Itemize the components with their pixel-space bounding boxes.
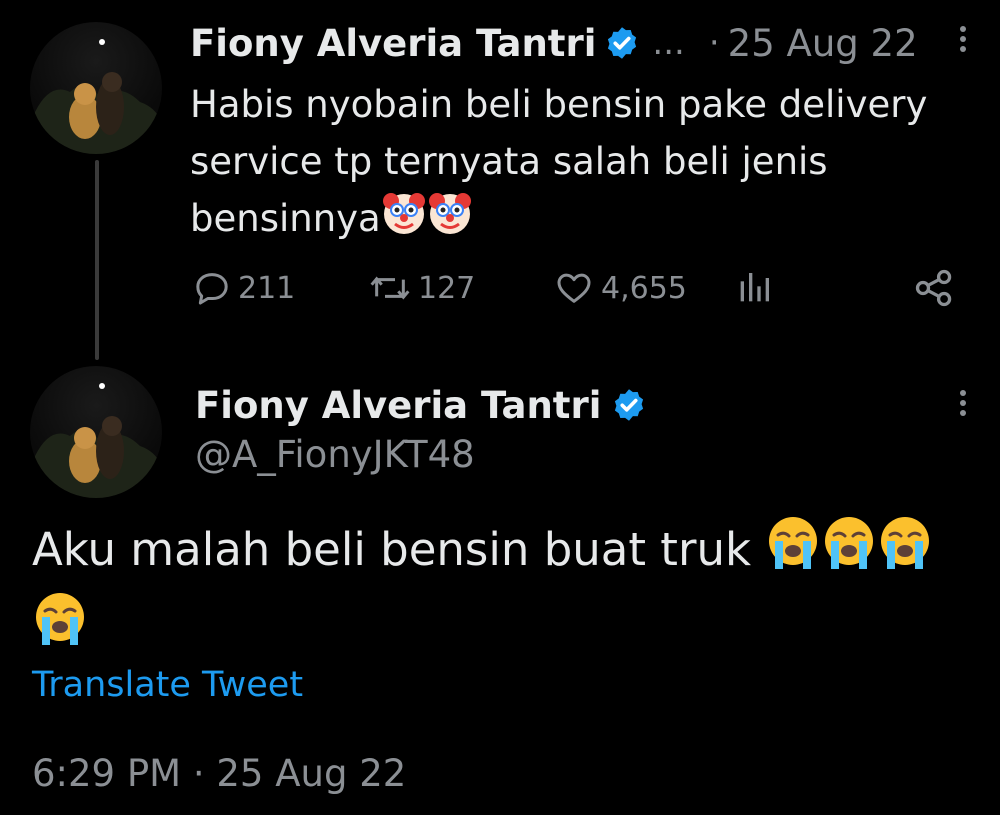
- like-count: 4,655: [601, 270, 687, 306]
- share-button[interactable]: [912, 262, 956, 314]
- retweet-icon: [370, 276, 410, 300]
- retweet-count: 127: [418, 270, 476, 306]
- author-name[interactable]: Fiony Alveria Tantri: [195, 384, 601, 427]
- avatar-photo: [30, 383, 162, 498]
- loudly-crying-face-emoji: [765, 515, 821, 591]
- loudly-crying-face-emoji: [877, 515, 933, 591]
- author-name[interactable]: Fiony Alveria Tantri: [190, 22, 596, 65]
- verified-badge-icon: [608, 27, 637, 59]
- loudly-crying-face-emoji: [821, 515, 877, 591]
- truncated-handle: ...: [652, 23, 685, 63]
- author-avatar[interactable]: [30, 366, 162, 498]
- tweet1-text: Habis nyobain beli bensin pake delivery …: [190, 83, 940, 240]
- tweet1-body: Habis nyobain beli bensin pake delivery …: [190, 76, 980, 253]
- tweet-timestamp[interactable]: 6:29 PM · 25 Aug 22: [32, 752, 406, 795]
- tweet2-header: Fiony Alveria Tantri: [195, 380, 647, 430]
- tweet1-header: Fiony Alveria Tantri ... · 25 Aug 22: [190, 18, 918, 68]
- header-separator: ·: [708, 23, 720, 63]
- reply-count: 211: [238, 270, 296, 306]
- tweet2-text: Aku malah beli bensin buat truk: [32, 523, 752, 576]
- tweet2-body: Aku malah beli bensin buat truk: [32, 515, 982, 667]
- avatar-photo: [30, 39, 162, 154]
- views-button[interactable]: [734, 262, 774, 314]
- verified-badge-icon: [615, 389, 644, 421]
- reply-icon: [196, 273, 228, 305]
- more-options-icon[interactable]: [958, 386, 968, 426]
- like-button[interactable]: 4,655: [553, 262, 687, 314]
- retweet-button[interactable]: 127: [368, 262, 475, 314]
- author-avatar[interactable]: [30, 22, 162, 154]
- heart-icon: [557, 273, 591, 303]
- tweet1-actions: 211 127 4,655: [190, 262, 960, 314]
- clown-face-emoji: [381, 191, 427, 253]
- share-icon: [915, 269, 952, 307]
- author-handle[interactable]: @A_FionyJKT48: [195, 433, 475, 476]
- thread-connector: [95, 160, 99, 360]
- loudly-crying-face-emoji: [32, 591, 88, 667]
- tweet-date[interactable]: 25 Aug 22: [728, 22, 918, 65]
- reply-button[interactable]: 211: [192, 262, 295, 314]
- views-icon: [740, 273, 769, 302]
- clown-face-emoji: [427, 191, 473, 253]
- translate-tweet-link[interactable]: Translate Tweet: [32, 665, 303, 705]
- more-options-icon[interactable]: [958, 22, 968, 62]
